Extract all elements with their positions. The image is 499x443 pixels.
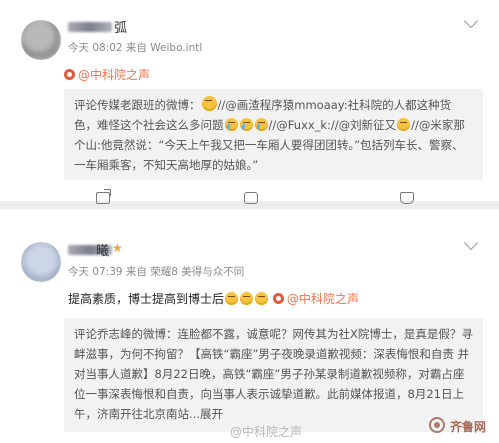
post-meta: 今天 07:39 来自 荣耀8 美得与众不同 [68,266,245,278]
web-link-icon [64,69,75,80]
mention-link[interactable]: @中科院之声 [78,68,150,82]
weibo-post-1: 弧 今天 08:02 来自 Weibo.intl @中科院之声 评论传媒老跟班的… [0,0,499,204]
weibo-post-2: 曦 ★ 今天 07:39 来自 荣耀8 美得与众不同 提高素质，博士提高到博士后… [0,209,499,443]
emoji-icon [240,292,254,305]
quote-prefix: 评论传媒老跟班的微博： [74,98,201,112]
post-actions [0,188,499,210]
quote-text: 连脸都不露，诚意呢？网传其为社X院博士，是真是假？寻衅滋事，为何不拘留？【高铁“… [74,327,473,421]
quote-segment-3: 又 [384,118,397,132]
post-body: 提高素质，博士提高到博士后 @中科院之声 [68,290,359,307]
username-suffix[interactable]: 曦 [96,240,109,259]
mention-link[interactable]: @中科院之声 [287,292,359,306]
user-avatar[interactable] [21,242,61,282]
username-suffix[interactable]: 弧 [114,17,127,36]
quoted-post[interactable]: 评论乔志峰的微博：连脸都不露，诚意呢？网传其为社X院博士，是真是假？寻衅滋事，为… [64,318,483,432]
comment-icon[interactable] [244,192,258,204]
post-body-text: 提高素质，博士提高到博士后 [68,292,225,306]
crying-emoji-icon [224,118,238,131]
user-avatar[interactable] [21,20,61,60]
quote-segment-2: //@Fuxx_k://@刘新征 [268,118,385,132]
crying-emoji-icon [254,118,268,131]
emoji-icon [225,292,239,305]
web-link-icon [272,293,284,304]
post-body: @中科院之声 [64,66,150,83]
emoji-icon [255,292,269,305]
smile-emoji-icon [397,118,411,131]
member-star-icon: ★ [112,241,123,255]
username-blurred[interactable] [68,22,112,32]
weibo-watermark: @中科院之声 [230,425,303,439]
site-watermark: 齐鲁网 [450,420,487,434]
smirk-emoji-icon [201,96,217,111]
quote-prefix: 评论乔志峰的微博： [74,327,178,341]
crying-emoji-icon [239,118,253,131]
post-meta: 今天 08:02 来自 Weibo.intl [68,42,203,54]
site-logo-icon [429,417,445,433]
chevron-down-icon[interactable] [463,13,479,29]
share-icon[interactable] [96,189,111,204]
like-icon[interactable] [400,192,414,204]
quoted-post[interactable]: 评论传媒老跟班的微博：//@画渣程序猿mmoaay:社科院的人都这种货色，难怪这… [64,89,483,180]
chevron-down-icon[interactable] [463,235,479,251]
